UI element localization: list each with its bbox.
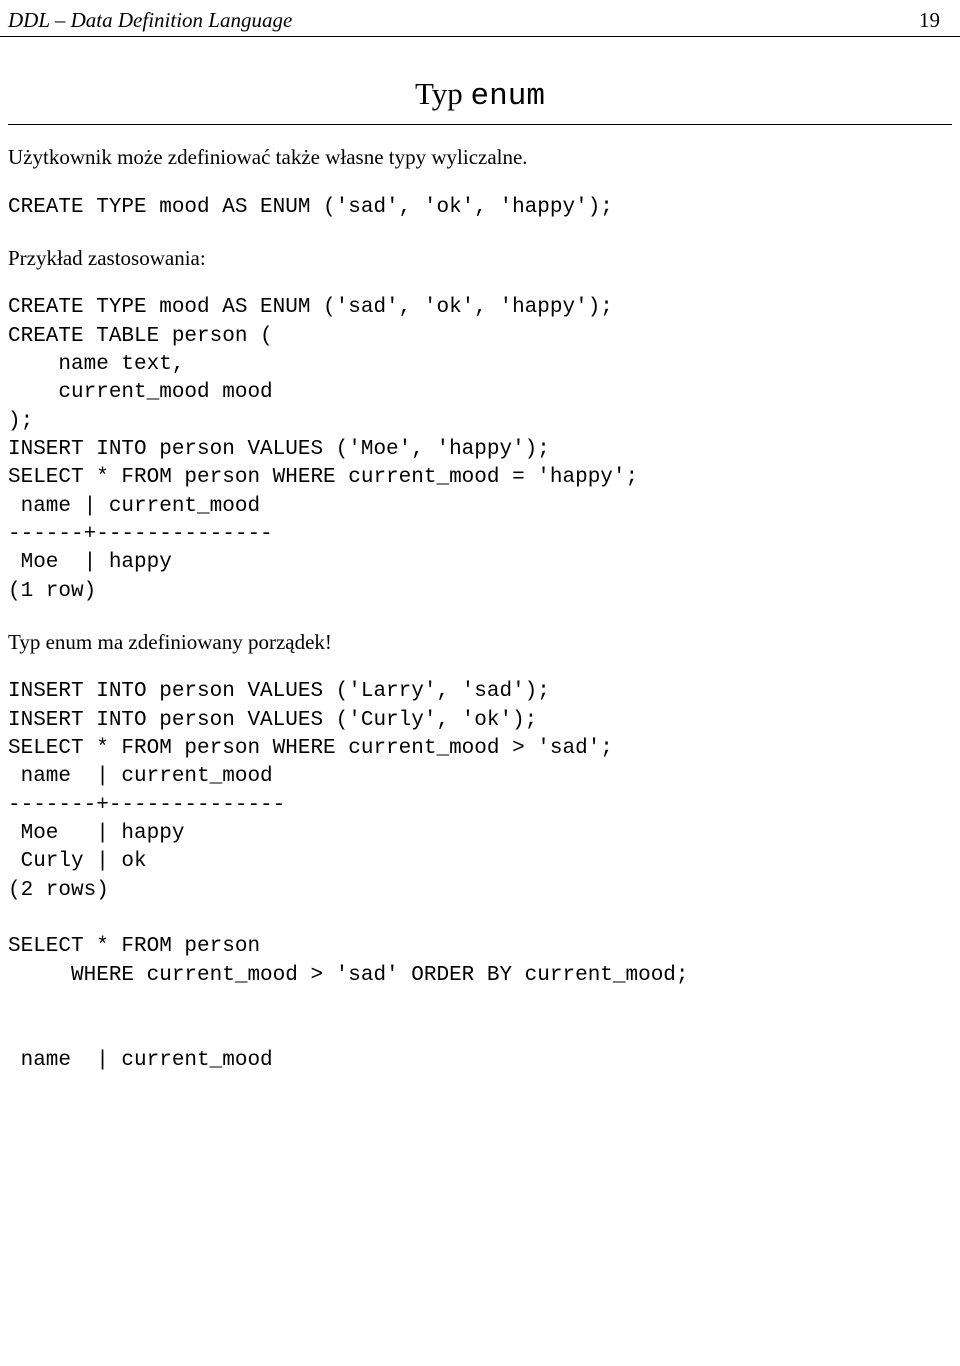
page-header: DDL – Data Definition Language 19 [0, 0, 960, 37]
code-block-example-2: INSERT INTO person VALUES ('Larry', 'sad… [8, 678, 952, 1075]
header-page-number: 19 [919, 6, 940, 34]
example-label: Przykład zastosowania: [8, 244, 952, 272]
code-block-example-1: CREATE TYPE mood AS ENUM ('sad', 'ok', '… [8, 294, 952, 606]
title-word-typ: Typ [415, 76, 463, 111]
title-word-enum: enum [471, 79, 545, 114]
title-rule [8, 124, 952, 125]
page: DDL – Data Definition Language 19 Typ en… [0, 0, 960, 1366]
order-paragraph: Typ enum ma zdefiniowany porządek! [8, 628, 952, 656]
page-title: Typ enum [0, 73, 960, 118]
code-block-create-type: CREATE TYPE mood AS ENUM ('sad', 'ok', '… [8, 194, 952, 222]
intro-paragraph: Użytkownik może zdefiniować także własne… [8, 143, 952, 171]
header-chapter: DDL – Data Definition Language [8, 6, 292, 34]
